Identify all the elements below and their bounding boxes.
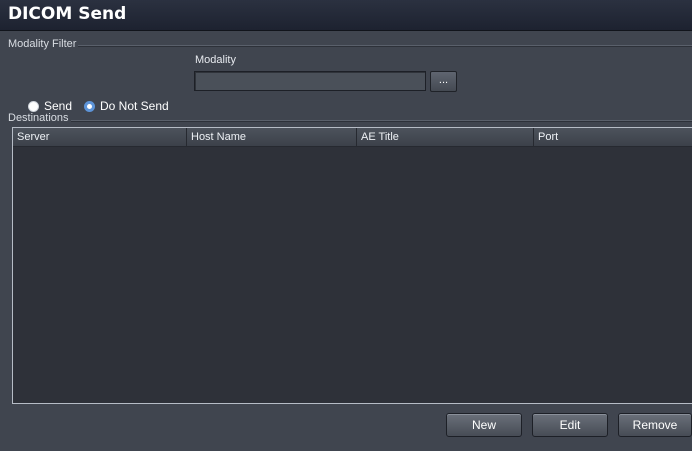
destinations-table[interactable]: Server Host Name AE Title Port — [12, 127, 692, 404]
modality-label: Modality — [195, 54, 236, 66]
radio-send[interactable]: Send — [28, 99, 72, 113]
modality-filter-frame — [6, 45, 692, 47]
destinations-frame — [6, 120, 692, 122]
modality-browse-button[interactable]: ... — [430, 71, 457, 92]
title-bar: DICOM Send — [0, 0, 692, 31]
remove-button[interactable]: Remove — [618, 413, 692, 437]
radio-send-indicator[interactable] — [28, 100, 39, 112]
destinations-table-header: Server Host Name AE Title Port — [13, 128, 692, 147]
column-header-ae-title[interactable]: AE Title — [356, 128, 533, 146]
destinations-legend: Destinations — [6, 112, 71, 124]
radio-send-label: Send — [44, 99, 73, 113]
radio-do-not-send-indicator[interactable] — [84, 100, 95, 112]
modality-filter-legend: Modality Filter — [6, 38, 79, 50]
column-header-port[interactable]: Port — [533, 128, 692, 146]
column-header-server[interactable]: Server — [13, 128, 186, 146]
edit-button[interactable]: Edit — [532, 413, 608, 437]
destinations-list-body[interactable] — [13, 147, 692, 403]
window-title: DICOM Send — [8, 4, 127, 24]
radio-do-not-send-label: Do Not Send — [100, 99, 169, 113]
new-button[interactable]: New — [446, 413, 522, 437]
column-header-host-name[interactable]: Host Name — [186, 128, 356, 146]
radio-do-not-send[interactable]: Do Not Send — [84, 99, 169, 113]
modality-field[interactable] — [194, 71, 426, 91]
